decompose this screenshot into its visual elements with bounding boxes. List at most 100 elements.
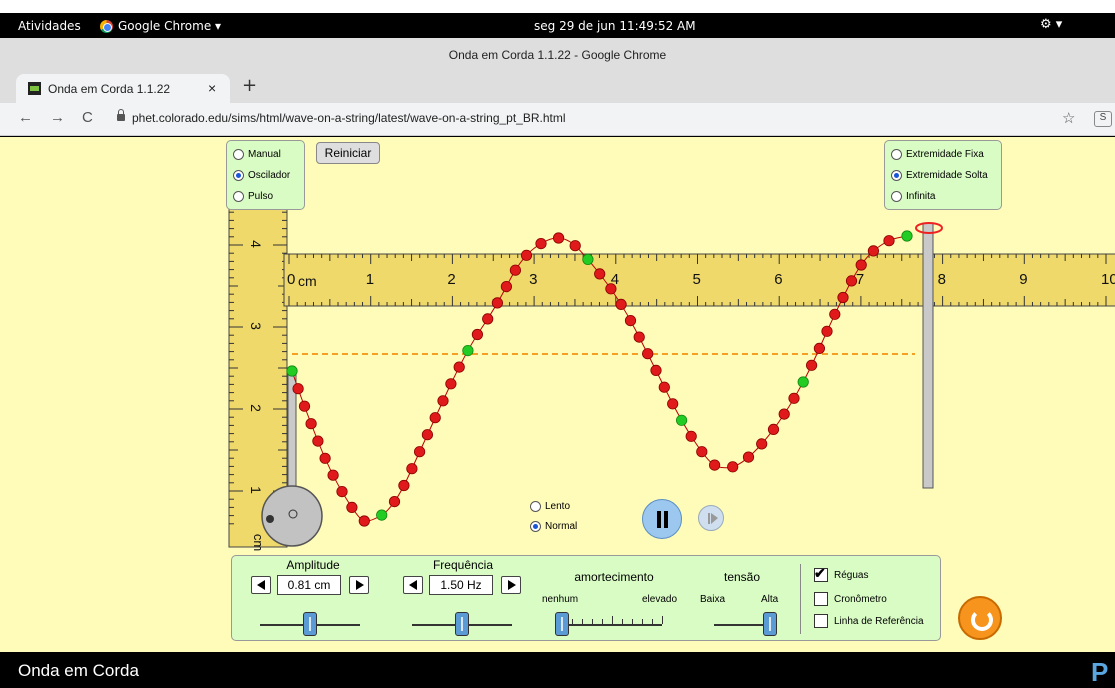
back-icon[interactable]: ←	[18, 109, 33, 126]
speed-option-normal[interactable]: Normal	[530, 521, 577, 532]
frequency-slider-thumb[interactable]	[455, 612, 469, 636]
reiniciar-button[interactable]: Reiniciar	[316, 142, 380, 164]
string-bead	[867, 245, 880, 257]
damping-tick	[582, 619, 583, 624]
radio-normal[interactable]	[530, 521, 541, 532]
damping-slider-thumb[interactable]	[555, 612, 569, 636]
mode-option-oscilador[interactable]: Oscilador	[233, 170, 290, 181]
reguas-checkbox-box[interactable]: ✔	[814, 565, 828, 582]
string-bead	[298, 400, 311, 412]
amplitude-value: 0.81 cm	[277, 575, 341, 595]
bookmark-star-icon[interactable]: ☆	[1062, 109, 1075, 127]
speed-option-lento[interactable]: Lento	[530, 501, 570, 512]
h-ruler-unit: cm	[298, 273, 317, 289]
checkmark-icon: ✔	[814, 565, 826, 581]
extension-icon[interactable]: S	[1094, 111, 1112, 127]
activities-button[interactable]: Atividades	[18, 19, 81, 33]
os-top-strip: Atividades Google Chrome ▾ seg 29 de jun…	[0, 0, 1115, 38]
control-panel: Amplitude 0.81 cm Frequência 1.50 Hz amo…	[231, 555, 941, 641]
system-menu-icon[interactable]: ⚙ ▾	[1040, 17, 1062, 32]
pause-icon-bar-left	[657, 511, 661, 528]
string-bead	[336, 485, 348, 498]
string-bead	[358, 515, 370, 527]
amplitude-decrease-button[interactable]	[251, 576, 271, 594]
speed-label-lento: Lento	[545, 501, 571, 512]
string-bead-green	[286, 365, 298, 377]
string-bead	[813, 342, 826, 354]
string-bead-green	[376, 509, 388, 521]
h-ruler-label: 1	[365, 271, 375, 288]
h-ruler-label: 9	[1019, 271, 1028, 288]
tab-onda-em-corda[interactable]: Onda em Corda 1.1.22 ×	[16, 74, 230, 103]
end-option-fixa[interactable]: Extremidade Fixa	[891, 149, 984, 160]
end-option-solta[interactable]: Extremidade Solta	[891, 170, 988, 181]
tension-slider-thumb[interactable]	[763, 612, 777, 636]
browser-toolbar: ← → C phet.colorado.edu/sims/html/wave-o…	[0, 103, 1115, 136]
os-top-bar: Atividades Google Chrome ▾ seg 29 de jun…	[0, 13, 1115, 38]
end-post	[922, 222, 934, 489]
cronometro-checkbox-box[interactable]	[814, 592, 828, 606]
string-bead	[767, 423, 780, 435]
clock[interactable]: seg 29 de jun 11:49:52 AM	[534, 19, 696, 33]
h-ruler-label: 10	[1101, 271, 1115, 288]
forward-icon[interactable]: →	[50, 109, 65, 126]
tension-min-label: Baixa	[700, 594, 726, 605]
string-bead-green	[675, 414, 688, 426]
radio-oscilador[interactable]	[233, 170, 244, 181]
step-button[interactable]	[698, 505, 724, 531]
amplitude-slider-thumb[interactable]	[303, 612, 317, 636]
h-ruler-label: 4	[610, 271, 620, 288]
panel-divider	[800, 564, 801, 634]
pause-icon-bar-right	[664, 511, 668, 528]
radio-pulso[interactable]	[233, 191, 244, 202]
close-tab-icon[interactable]: ×	[208, 80, 216, 96]
radio-manual[interactable]	[233, 149, 244, 160]
string-bead	[837, 291, 849, 304]
reload-icon[interactable]: C	[82, 109, 93, 126]
amplitude-increase-button[interactable]	[349, 576, 369, 594]
string-bead	[482, 313, 494, 325]
damping-tick	[602, 619, 603, 624]
end-option-infinita[interactable]: Infinita	[891, 191, 935, 202]
end-panel: Extremidade Fixa Extremidade Solta Infin…	[884, 140, 1002, 210]
radio-extremidade-solta[interactable]	[891, 170, 902, 181]
mode-option-manual[interactable]: Manual	[233, 149, 281, 160]
radio-lento[interactable]	[530, 501, 541, 512]
oscillator-wheel-pin	[266, 515, 274, 523]
lock-icon	[117, 109, 125, 121]
linha-referencia-checkbox-box[interactable]	[814, 614, 828, 628]
speed-label-normal: Normal	[545, 521, 578, 532]
app-menu-label: Google Chrome ▾	[118, 19, 222, 33]
string-bead	[327, 469, 339, 481]
checkbox-cronometro[interactable]: Cronômetro	[814, 592, 887, 606]
damping-slider-track[interactable]	[562, 624, 662, 626]
mode-label-manual: Manual	[248, 149, 281, 160]
reset-all-button[interactable]	[958, 596, 1002, 640]
checkbox-linha-referencia[interactable]: Linha de Referência	[814, 614, 924, 628]
app-menu[interactable]: Google Chrome ▾	[100, 19, 221, 33]
damping-min-label: nenhum	[542, 594, 579, 605]
h-ruler-label: 6	[774, 271, 783, 288]
string-bead	[292, 383, 304, 395]
tension-slider-track[interactable]	[714, 624, 770, 626]
string-bead	[727, 461, 739, 473]
phet-logo[interactable]: P	[1091, 657, 1108, 688]
address-bar[interactable]: phet.colorado.edu/sims/html/wave-on-a-st…	[132, 111, 566, 125]
sim-footer: Onda em Corda P	[0, 652, 1115, 688]
mode-label-pulso: Pulso	[248, 191, 274, 202]
frequency-decrease-button[interactable]	[403, 576, 423, 594]
h-ruler-label: 7	[855, 271, 865, 288]
pause-button[interactable]	[642, 499, 682, 539]
new-tab-button[interactable]: +	[242, 75, 257, 96]
radio-extremidade-fixa[interactable]	[891, 149, 902, 160]
h-ruler-label: 2	[447, 271, 456, 288]
mode-option-pulso[interactable]: Pulso	[233, 191, 273, 202]
sim-title: Onda em Corda	[18, 661, 139, 680]
string-bead	[569, 240, 581, 252]
string-bead-green	[901, 230, 913, 242]
checkbox-reguas[interactable]: ✔ Réguas	[814, 565, 868, 582]
cronometro-label: Cronômetro	[834, 593, 887, 605]
v-ruler-label: 3	[247, 322, 264, 330]
frequency-increase-button[interactable]	[501, 576, 521, 594]
radio-infinita[interactable]	[891, 191, 902, 202]
